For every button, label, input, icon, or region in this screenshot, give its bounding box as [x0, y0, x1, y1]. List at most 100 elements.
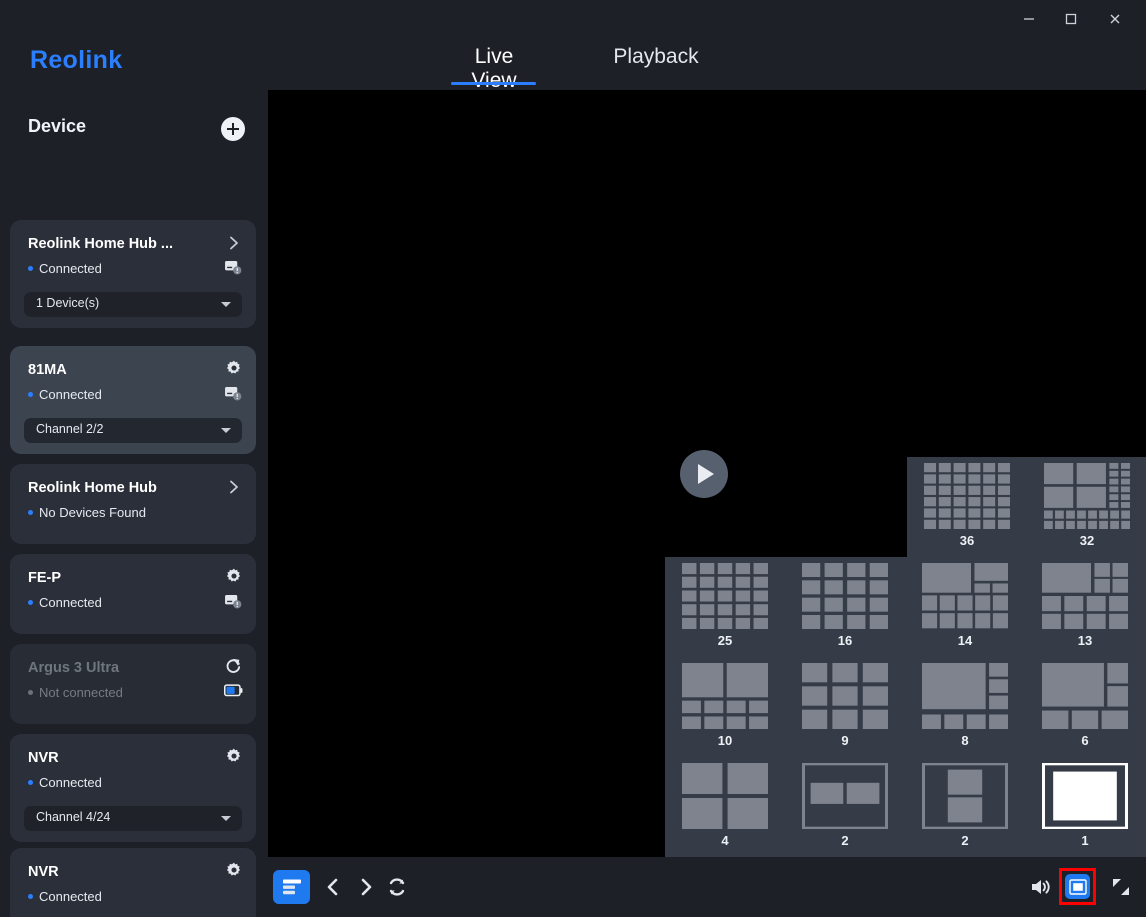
layout-panel-upper: 36 32: [907, 457, 1146, 557]
channel-select[interactable]: Channel 2/2: [24, 418, 242, 443]
layout-option[interactable]: 9: [785, 657, 905, 757]
layout-option-label: 32: [1079, 533, 1095, 548]
layout-grid-icon: [922, 763, 1008, 829]
chevron-right-icon[interactable]: [228, 480, 240, 494]
channel-select[interactable]: 1 Device(s): [24, 292, 242, 317]
layout-grid-icon: [802, 563, 888, 629]
layout-option-label: 6: [1081, 733, 1089, 748]
device-status: Connected: [28, 775, 102, 790]
device-status-label: Connected: [39, 595, 102, 610]
layout-option[interactable]: 1: [1025, 757, 1145, 857]
device-card[interactable]: FE-P Connected: [10, 554, 256, 634]
device-settings-gear-icon[interactable]: [226, 862, 242, 878]
device-settings-gear-icon[interactable]: [226, 360, 242, 376]
layout-option[interactable]: 8: [905, 657, 1025, 757]
layout-option-label: 8: [961, 733, 969, 748]
add-device-button[interactable]: [221, 117, 245, 141]
reolink-client-window: Reolink Live View Playback Device Reolin…: [0, 0, 1146, 917]
layout-option[interactable]: 32: [1027, 457, 1146, 557]
layout-option[interactable]: 10: [665, 657, 785, 757]
minimize-button[interactable]: [1008, 0, 1050, 38]
device-status: No Devices Found: [28, 505, 146, 520]
layout-option-label: 13: [1077, 633, 1093, 648]
layout-option[interactable]: 16: [785, 557, 905, 657]
chevron-right-icon[interactable]: [228, 236, 240, 250]
maximize-button[interactable]: [1050, 0, 1092, 38]
layout-option-label: 1: [1081, 833, 1089, 848]
device-name: Reolink Home Hub: [28, 480, 157, 496]
page-title: Device: [28, 116, 87, 136]
layout-option[interactable]: 2: [785, 757, 905, 857]
layout-option-label: 2: [961, 833, 969, 848]
volume-button[interactable]: [1029, 875, 1053, 899]
layout-grid-icon: [802, 663, 888, 729]
layout-grid-icon: [682, 763, 768, 829]
screen-layout-button[interactable]: [1065, 874, 1090, 899]
device-status-label: Connected: [39, 261, 102, 276]
title-bar: [0, 0, 1146, 38]
refresh-icon[interactable]: [225, 658, 242, 675]
device-card[interactable]: Reolink Home Hub ... Connected 1 Device(s): [10, 220, 256, 328]
status-dot: [28, 600, 33, 606]
device-card[interactable]: NVRConnectedChannel 6/12: [10, 848, 256, 917]
layout-grid-icon: [1042, 663, 1128, 729]
layout-grid-icon: [922, 663, 1008, 729]
chevron-down-icon: [221, 302, 231, 307]
channel-select[interactable]: Channel 4/24: [24, 806, 242, 831]
layout-grid-icon: [1044, 463, 1130, 529]
device-status: Connected: [28, 595, 102, 610]
layout-option[interactable]: 36: [907, 457, 1027, 557]
layout-option[interactable]: 25: [665, 557, 785, 657]
device-settings-gear-icon[interactable]: [226, 568, 242, 584]
layout-option[interactable]: 4: [665, 757, 785, 857]
layout-grid-icon: [802, 763, 888, 829]
layout-option[interactable]: 2: [905, 757, 1025, 857]
layout-grid-icon: [1042, 563, 1128, 629]
layout-option[interactable]: 13: [1025, 557, 1145, 657]
status-dot: [28, 510, 33, 516]
next-page-button[interactable]: [353, 874, 379, 900]
device-badge-icon[interactable]: [225, 386, 242, 401]
layout-grid-icon: [1042, 763, 1128, 829]
device-settings-gear-icon[interactable]: [226, 748, 242, 764]
bottom-toolbar: [268, 857, 1146, 917]
device-card[interactable]: Reolink Home Hub No Devices Found: [10, 464, 256, 544]
previous-page-button[interactable]: [320, 874, 346, 900]
play-button[interactable]: [680, 450, 728, 498]
device-name: NVR: [28, 750, 59, 766]
device-list: Reolink Home Hub ... Connected 1 Device(s)…: [0, 152, 268, 917]
layout-grid-icon: [682, 663, 768, 729]
status-dot: [28, 690, 33, 696]
device-status-label: Not connected: [39, 685, 123, 700]
sidebar-scrollbar-track[interactable]: [261, 90, 266, 917]
device-sidebar: Device Reolink Home Hub ... Connected 1 De…: [0, 90, 268, 917]
device-name: FE-P: [28, 570, 62, 586]
fullscreen-button[interactable]: [1109, 875, 1133, 899]
device-card[interactable]: NVR Connected Channel 4/24: [10, 734, 256, 842]
close-button[interactable]: [1094, 0, 1136, 38]
layout-option-label: 4: [721, 833, 729, 848]
device-status: Connected: [28, 387, 102, 402]
layout-grid-icon: [922, 563, 1008, 629]
device-card[interactable]: 81MA Connected Channel 2/2: [10, 346, 256, 454]
channel-select-value: Channel 2/2: [36, 422, 104, 436]
layout-option-label: 10: [717, 733, 733, 748]
layout-option[interactable]: 6: [1025, 657, 1145, 757]
auto-cycle-button[interactable]: [384, 874, 410, 900]
layout-option-label: 14: [957, 633, 973, 648]
device-badge-icon[interactable]: [225, 260, 242, 275]
tab-playback[interactable]: Playback: [612, 45, 700, 78]
device-card[interactable]: Argus 3 Ultra Not connected: [10, 644, 256, 724]
device-badge-icon[interactable]: [225, 594, 242, 609]
device-status-label: No Devices Found: [39, 505, 146, 520]
layout-option[interactable]: 14: [905, 557, 1025, 657]
reolink-logo: Reolink: [30, 46, 123, 74]
screen-layout-highlight: [1059, 868, 1096, 905]
layout-list-button[interactable]: [273, 870, 310, 904]
status-dot: [28, 894, 33, 900]
device-status: Connected: [28, 889, 102, 904]
device-name: NVR: [28, 864, 59, 880]
layout-option-label: 25: [717, 633, 733, 648]
battery-icon: [224, 684, 243, 697]
layout-grid-icon: [682, 563, 768, 629]
